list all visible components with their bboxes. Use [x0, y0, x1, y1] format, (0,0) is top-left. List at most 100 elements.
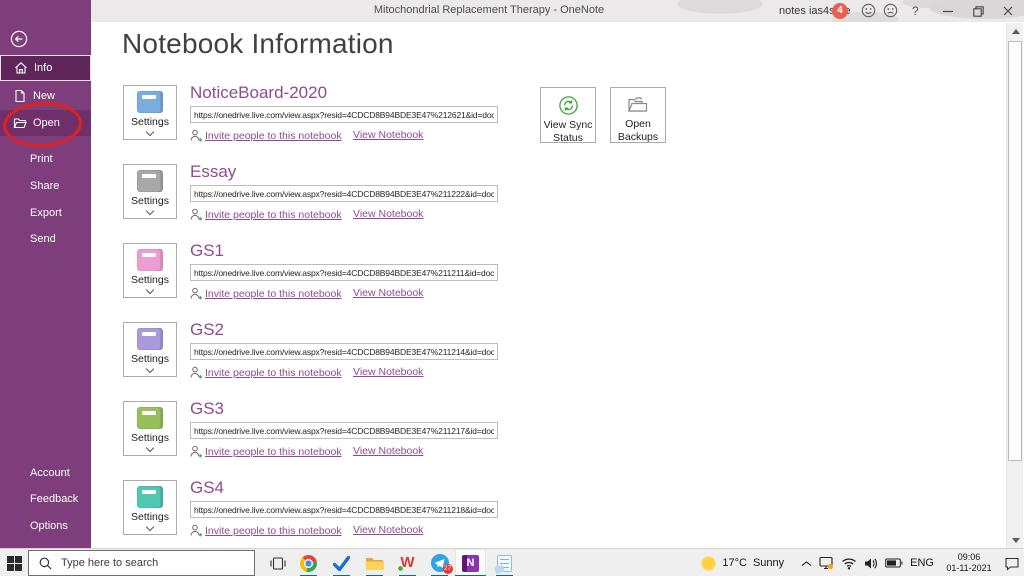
add-person-icon: [190, 208, 202, 221]
notebook-url-field[interactable]: [190, 422, 498, 439]
telegram-icon: 27: [431, 554, 449, 572]
search-icon: [39, 557, 52, 570]
close-button[interactable]: [995, 0, 1021, 22]
clock[interactable]: 09:06 01-11-2021: [941, 552, 997, 575]
smiley-feedback-icon[interactable]: [861, 3, 876, 18]
help-button[interactable]: ?: [912, 4, 919, 18]
wps-office-icon: W: [399, 555, 417, 571]
chevron-down-icon: [146, 365, 154, 373]
view-notebook-link[interactable]: View Notebook: [353, 524, 423, 536]
chevron-down-icon: [146, 286, 154, 294]
invite-people-link[interactable]: Invite people to this notebook: [190, 445, 342, 458]
sidebar-item-export[interactable]: Export: [0, 200, 91, 226]
invite-people-link[interactable]: Invite people to this notebook: [190, 208, 342, 221]
sidebar-item-feedback[interactable]: Feedback: [0, 486, 91, 512]
battery-icon[interactable]: [885, 558, 903, 568]
notebook-title: GS2: [190, 320, 224, 340]
add-person-icon: [190, 366, 202, 379]
view-notebook-link[interactable]: View Notebook: [353, 208, 423, 220]
time: 09:06: [941, 552, 997, 563]
sidebar-item-print[interactable]: Print: [0, 146, 91, 172]
sidebar-item-info[interactable]: Info: [0, 55, 91, 81]
taskbar-app-notepad[interactable]: [489, 549, 520, 576]
taskbar-app-telegram[interactable]: 27: [424, 549, 455, 576]
add-person-icon: [190, 524, 202, 537]
sidebar-item-account[interactable]: Account: [0, 460, 91, 486]
notebook-url-field[interactable]: [190, 264, 498, 281]
scrollbar-thumb[interactable]: [1008, 41, 1022, 461]
view-sync-status-button[interactable]: View Sync Status: [540, 87, 596, 143]
sun-icon: [701, 556, 716, 571]
notebook-settings-button[interactable]: Settings: [123, 401, 177, 456]
notebook-title: GS1: [190, 241, 224, 261]
weather-temp: 17°C: [722, 557, 747, 569]
notebook-url-field[interactable]: [190, 343, 498, 360]
notebook-row: Settings GS3 Invite people to this noteb…: [91, 401, 791, 471]
add-person-icon: [190, 129, 202, 142]
weather-condition: Sunny: [753, 557, 784, 569]
title-bar: Mitochondrial Replacement Therapy - OneN…: [0, 0, 1024, 22]
view-notebook-link[interactable]: View Notebook: [353, 287, 423, 299]
page-title: Notebook Information: [122, 28, 394, 60]
taskbar-app-chrome[interactable]: [293, 549, 324, 576]
sidebar-item-share[interactable]: Share: [0, 173, 91, 199]
notebook-title: Essay: [190, 162, 236, 182]
notebook-url-field[interactable]: [190, 501, 498, 518]
restore-button[interactable]: [965, 0, 991, 22]
wifi-icon[interactable]: [841, 557, 857, 570]
notebook-row: Settings GS1 Invite people to this noteb…: [91, 243, 791, 313]
open-backups-button[interactable]: Open Backups: [610, 87, 666, 143]
sidebar-item-options[interactable]: Options: [0, 513, 91, 539]
notebook-icon: [137, 91, 163, 113]
taskbar-app-wps-office[interactable]: W: [392, 549, 423, 576]
taskbar-app-file-explorer[interactable]: [359, 549, 390, 576]
taskbar-search-input[interactable]: Type here to search: [28, 550, 255, 576]
notebook-settings-button[interactable]: Settings: [123, 85, 177, 140]
invite-people-link[interactable]: Invite people to this notebook: [190, 287, 342, 300]
scroll-down-arrow[interactable]: [1007, 532, 1024, 548]
scroll-up-arrow[interactable]: [1007, 23, 1024, 39]
action-center-icon[interactable]: [1004, 556, 1020, 571]
notebook-row: Settings GS2 Invite people to this noteb…: [91, 322, 791, 392]
notebook-url-field[interactable]: [190, 185, 498, 202]
notebook-icon: [137, 407, 163, 429]
back-button[interactable]: [10, 30, 28, 48]
show-hidden-icons-chevron[interactable]: [801, 560, 812, 566]
chrome-icon: [300, 555, 317, 572]
view-notebook-link[interactable]: View Notebook: [353, 445, 423, 457]
volume-icon[interactable]: [864, 557, 878, 570]
view-notebook-link[interactable]: View Notebook: [353, 129, 423, 141]
invite-people-link[interactable]: Invite people to this notebook: [190, 129, 342, 142]
notification-badge: 4: [832, 3, 848, 19]
minimize-button[interactable]: [935, 0, 961, 22]
add-person-icon: [190, 287, 202, 300]
start-button[interactable]: [0, 549, 28, 576]
notebook-row: Settings GS4 Invite people to this noteb…: [91, 480, 791, 550]
notebook-url-field[interactable]: [190, 106, 498, 123]
notebook-settings-button[interactable]: Settings: [123, 480, 177, 535]
sync-icon: [558, 95, 579, 116]
vertical-scrollbar[interactable]: [1006, 23, 1023, 548]
sidebar-item-send[interactable]: Send: [0, 226, 91, 252]
taskbar-app-onenote[interactable]: N: [455, 549, 486, 576]
invite-people-link[interactable]: Invite people to this notebook: [190, 366, 342, 379]
notebook-title: GS4: [190, 478, 224, 498]
checkmark-icon: [333, 556, 350, 571]
view-notebook-link[interactable]: View Notebook: [353, 366, 423, 378]
notebook-row: Settings NoticeBoard-2020 Invite people …: [91, 85, 791, 155]
frowny-feedback-icon[interactable]: [883, 3, 898, 18]
telegram-badge: 27: [443, 564, 453, 574]
taskbar-app-checkmark[interactable]: [326, 549, 357, 576]
onenote-icon: N: [462, 555, 479, 572]
language-indicator[interactable]: ENG: [910, 557, 934, 569]
notepad-icon: [497, 555, 512, 572]
notebook-settings-button[interactable]: Settings: [123, 322, 177, 377]
display-tray-icon[interactable]: [819, 556, 834, 570]
notebook-settings-button[interactable]: Settings: [123, 164, 177, 219]
date: 01-11-2021: [941, 563, 997, 574]
weather-widget[interactable]: 17°C Sunny: [701, 556, 784, 571]
task-view-icon[interactable]: [264, 549, 292, 576]
invite-people-link[interactable]: Invite people to this notebook: [190, 524, 342, 537]
notebook-settings-button[interactable]: Settings: [123, 243, 177, 298]
home-icon: [14, 61, 28, 75]
